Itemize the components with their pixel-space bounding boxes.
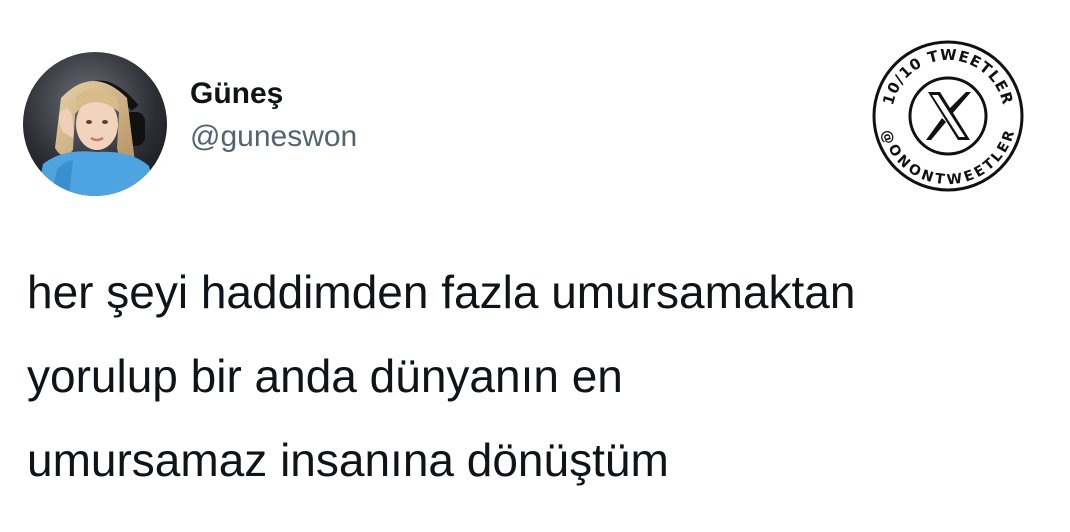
tweet-line: her şeyi haddimden fazla umursamaktan (27, 266, 856, 318)
tweet-line: umursamaz insanına dönüştüm (27, 434, 669, 486)
brand-badge: 10/10 TWEETLER @ONONTWEETLER (870, 38, 1026, 194)
display-name[interactable]: Güneş (190, 76, 283, 112)
badge-logo-icon: 10/10 TWEETLER @ONONTWEETLER (872, 40, 1024, 192)
avatar[interactable] (23, 52, 167, 196)
user-handle[interactable]: @guneswon (190, 119, 357, 155)
tweet-text: her şeyi haddimden fazla umursamaktan yo… (27, 250, 1057, 502)
profile-photo (23, 52, 167, 196)
tweet-line: yorulup bir anda dünyanın en (27, 350, 623, 402)
